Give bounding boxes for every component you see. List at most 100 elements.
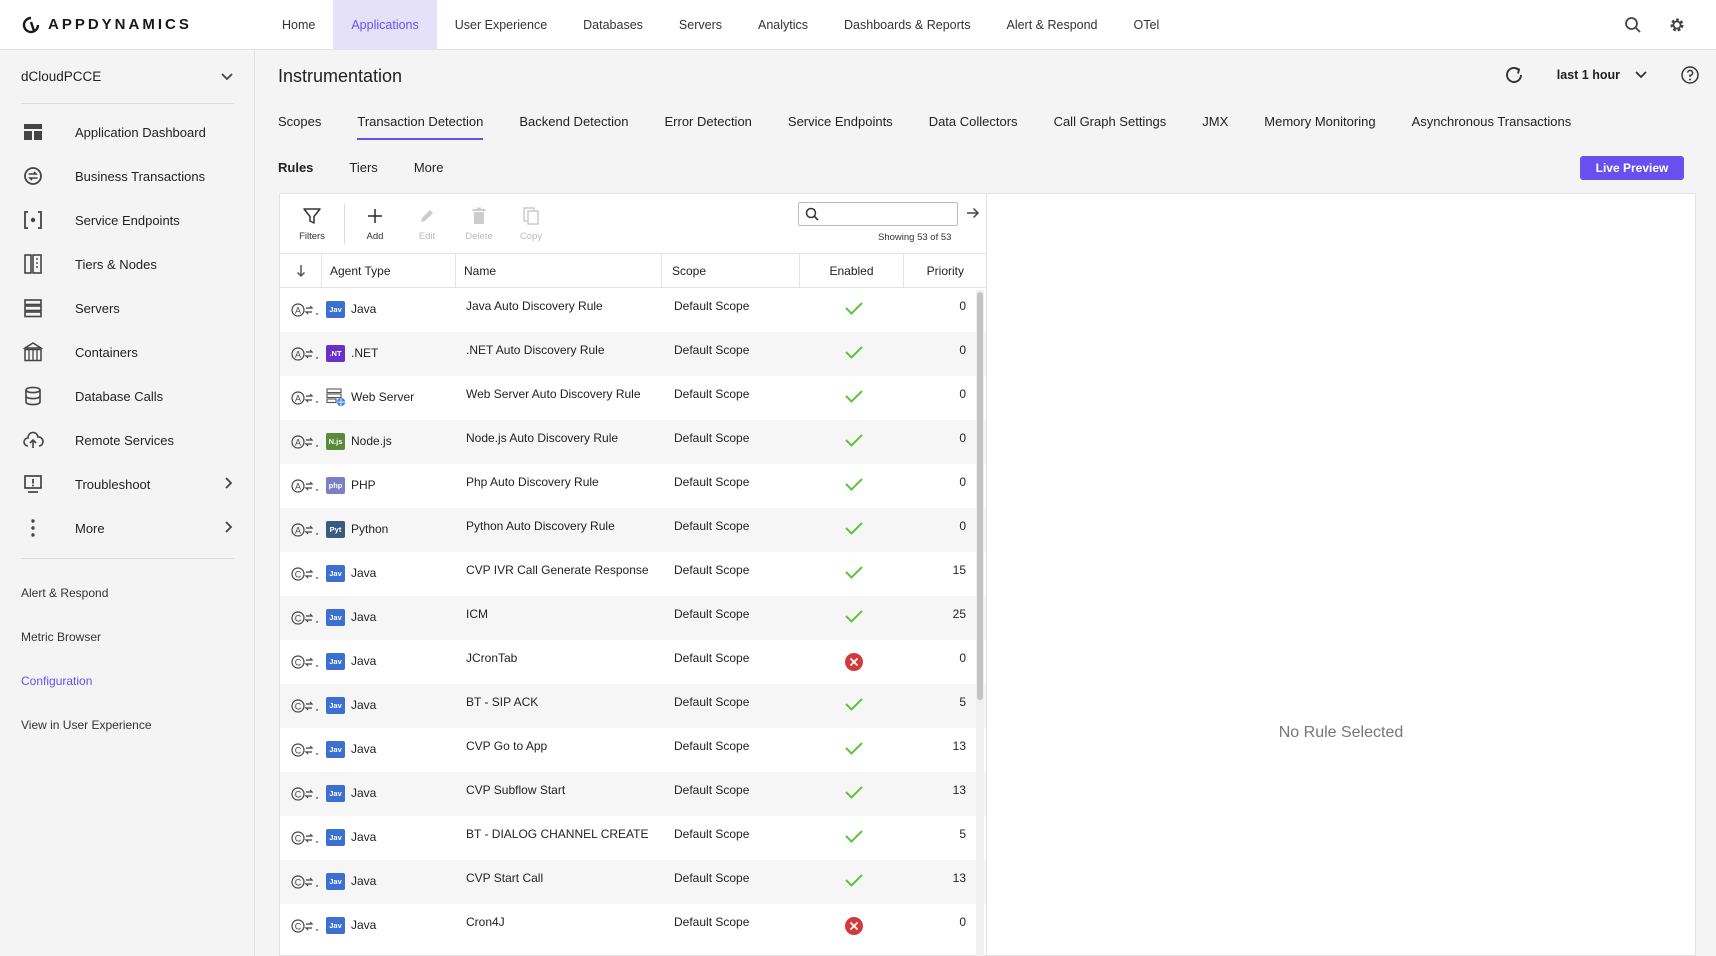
sidebar-item-service-endpoints[interactable]: Service Endpoints bbox=[0, 198, 254, 242]
disabled-x-icon bbox=[802, 640, 906, 684]
topnav-servers[interactable]: Servers bbox=[661, 0, 740, 49]
tab-asynchronous-transactions[interactable]: Asynchronous Transactions bbox=[1412, 114, 1572, 140]
agent-php-icon: php bbox=[326, 477, 345, 494]
table-row[interactable]: C Jav Java ICM Default Scope 25 bbox=[280, 596, 986, 640]
sidebar-item-remote-services[interactable]: Remote Services bbox=[0, 418, 254, 462]
tab-jmx[interactable]: JMX bbox=[1202, 114, 1228, 140]
agent-type-label: Python bbox=[351, 522, 389, 536]
column-header-scope[interactable]: Scope bbox=[662, 254, 800, 287]
tab-memory-monitoring[interactable]: Memory Monitoring bbox=[1264, 114, 1375, 140]
table-row[interactable]: C Jav Java CVP Start Call Default Scope 13 bbox=[280, 860, 986, 904]
sidebar-item-tiers-nodes[interactable]: Tiers & Nodes bbox=[0, 242, 254, 286]
rule-scope: Default Scope bbox=[674, 387, 750, 401]
column-header-name[interactable]: Name bbox=[456, 254, 662, 287]
table-row[interactable]: C Jav Java CVP Subflow Start Default Scope 13 bbox=[280, 772, 986, 816]
enabled-check-icon bbox=[802, 376, 906, 420]
sidebar-link-view-in-user-experience[interactable]: View in User Experience bbox=[0, 703, 254, 747]
topnav-analytics[interactable]: Analytics bbox=[740, 0, 826, 49]
appdynamics-logo[interactable]: APPDYNAMICS bbox=[0, 0, 254, 49]
rule-scope: Default Scope bbox=[674, 431, 750, 445]
refresh-icon[interactable] bbox=[1503, 64, 1525, 86]
tab-scopes[interactable]: Scopes bbox=[278, 114, 321, 140]
topnav-home[interactable]: Home bbox=[264, 0, 333, 49]
application-selector[interactable]: dCloudPCCE bbox=[21, 50, 234, 104]
rule-scope: Default Scope bbox=[674, 475, 750, 489]
arrow-down-sort-icon bbox=[296, 264, 305, 277]
svg-text:A: A bbox=[295, 306, 301, 316]
tab-data-collectors[interactable]: Data Collectors bbox=[929, 114, 1018, 140]
column-header-agent-type[interactable]: Agent Type bbox=[322, 254, 456, 287]
table-row[interactable]: C Jav Java CVP Go to App Default Scope 13 bbox=[280, 728, 986, 772]
sidebar-item-application-dashboard[interactable]: Application Dashboard bbox=[0, 110, 254, 154]
rule-detail-panel: No Rule Selected bbox=[987, 193, 1696, 956]
tab-transaction-detection[interactable]: Transaction Detection bbox=[357, 114, 484, 140]
subtab-more[interactable]: More bbox=[414, 160, 444, 175]
tab-backend-detection[interactable]: Backend Detection bbox=[519, 114, 628, 140]
enabled-check-icon bbox=[802, 596, 906, 640]
table-row[interactable]: C Jav Java BT - DIALOG CHANNEL CREATE Defaul… bbox=[280, 816, 986, 860]
topnav-alert-respond[interactable]: Alert & Respond bbox=[988, 0, 1115, 49]
subtab-tiers[interactable]: Tiers bbox=[349, 160, 377, 175]
help-icon[interactable] bbox=[1680, 65, 1700, 85]
time-range-selector[interactable]: last 1 hour bbox=[1557, 68, 1648, 82]
left-sidebar: dCloudPCCE Application Dashboard Business… bbox=[0, 50, 255, 956]
topnav-applications[interactable]: Applications bbox=[333, 0, 437, 49]
table-row[interactable]: C Jav Java JCronTab Default Scope 0 bbox=[280, 640, 986, 684]
table-row[interactable]: C Jav Java BT - SIP ACK Default Scope 5 bbox=[280, 684, 986, 728]
table-row[interactable]: Aphp PHP Php Auto Discovery Rule Default Sc… bbox=[280, 464, 986, 508]
sidebar-link-configuration[interactable]: Configuration bbox=[0, 659, 254, 703]
top-nav-menu: Home Applications User Experience Databases… bbox=[254, 0, 1177, 49]
sidebar-item-troubleshoot[interactable]: Troubleshoot bbox=[0, 462, 254, 506]
topnav-dashboards-reports[interactable]: Dashboards & Reports bbox=[826, 0, 988, 49]
rule-priority: 0 bbox=[959, 343, 966, 357]
edit-rule-button[interactable]: Edit bbox=[401, 206, 453, 242]
column-header-priority[interactable]: Priority bbox=[904, 254, 972, 287]
tab-call-graph-settings[interactable]: Call Graph Settings bbox=[1054, 114, 1167, 140]
table-row[interactable]: C Jav Java CVP IVR Call Generate Response De… bbox=[280, 552, 986, 596]
table-scrollbar[interactable] bbox=[976, 290, 984, 956]
table-row[interactable]: A Pyt Python Python Auto Discovery Rule Defa… bbox=[280, 508, 986, 552]
copy-rule-button[interactable]: Copy bbox=[505, 206, 557, 242]
table-row[interactable]: A Jav Java Java Auto Discovery Rule Default … bbox=[280, 288, 986, 332]
tab-error-detection[interactable]: Error Detection bbox=[664, 114, 751, 140]
search-icon[interactable] bbox=[1624, 16, 1642, 34]
agent-type-label: Java bbox=[351, 830, 377, 844]
table-row[interactable]: A .NT .NET .NET Auto Discovery Rule Default … bbox=[280, 332, 986, 376]
scrollbar-thumb[interactable] bbox=[977, 292, 983, 700]
table-row[interactable]: A N.js Node.js Node.js Auto Discovery Rule D… bbox=[280, 420, 986, 464]
agent-type-cell: Jav Java bbox=[326, 860, 458, 904]
arrow-right-icon[interactable] bbox=[966, 206, 980, 220]
column-header-enabled[interactable]: Enabled bbox=[800, 254, 904, 287]
topnav-otel[interactable]: OTel bbox=[1116, 0, 1178, 49]
sidebar-link-metric-browser[interactable]: Metric Browser bbox=[0, 615, 254, 659]
agent-type-cell: Jav Java bbox=[326, 596, 458, 640]
svg-text:C: C bbox=[295, 614, 302, 624]
sidebar-item-business-transactions[interactable]: Business Transactions bbox=[0, 154, 254, 198]
subtab-rules[interactable]: Rules bbox=[278, 160, 313, 175]
sidebar-link-alert-respond[interactable]: Alert & Respond bbox=[0, 571, 254, 615]
settings-gear-icon[interactable] bbox=[1668, 16, 1686, 34]
sidebar-item-more[interactable]: More bbox=[0, 506, 254, 550]
live-preview-button[interactable]: Live Preview bbox=[1580, 156, 1684, 180]
table-row[interactable]: C Jav Java Cron4J Default Scope 0 bbox=[280, 904, 986, 948]
add-rule-button[interactable]: Add bbox=[349, 206, 401, 242]
sidebar-item-servers[interactable]: Servers bbox=[0, 286, 254, 330]
sidebar-item-containers[interactable]: Containers bbox=[0, 330, 254, 374]
application-name: dCloudPCCE bbox=[21, 69, 102, 84]
business-transactions-icon bbox=[22, 165, 44, 187]
rules-search-input[interactable] bbox=[825, 208, 945, 220]
custom-rule-icon: C bbox=[280, 772, 326, 816]
containers-icon bbox=[22, 341, 44, 363]
topnav-databases[interactable]: Databases bbox=[565, 0, 661, 49]
filters-button[interactable]: Filters bbox=[286, 206, 338, 242]
agent-type-label: PHP bbox=[351, 478, 376, 492]
tab-service-endpoints[interactable]: Service Endpoints bbox=[788, 114, 893, 140]
sort-column-header[interactable] bbox=[280, 254, 322, 287]
agent-type-cell: .NT .NET bbox=[326, 332, 458, 376]
table-row[interactable]: A Web Server Web Server Auto Discovery Rul… bbox=[280, 376, 986, 420]
topnav-user-experience[interactable]: User Experience bbox=[437, 0, 565, 49]
sidebar-item-database-calls[interactable]: Database Calls bbox=[0, 374, 254, 418]
rule-scope: Default Scope bbox=[674, 871, 750, 885]
svg-text:A: A bbox=[295, 482, 301, 492]
delete-rule-button[interactable]: Delete bbox=[453, 206, 505, 242]
